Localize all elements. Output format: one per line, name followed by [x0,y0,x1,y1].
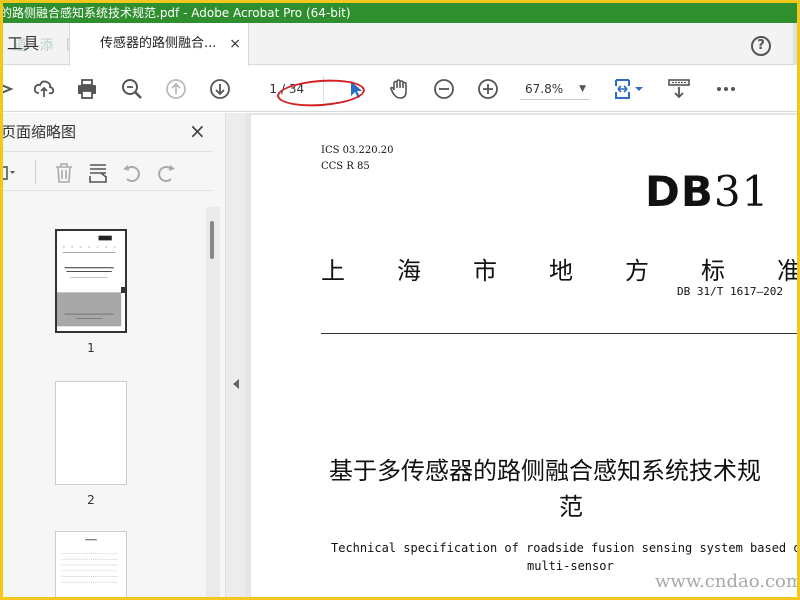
watermark-bottom: www.cndao.com [655,571,797,592]
zoom-out-icon[interactable] [433,78,455,100]
tab-close-icon[interactable]: × [229,23,241,65]
ccs-code: CCS R 85 [321,161,370,172]
zoom-select[interactable]: 67.8% ▼ [520,78,590,100]
document-title-line-2: 范 [559,493,583,521]
fit-page-icon[interactable] [613,78,647,100]
thumbnail-page-1[interactable] [55,229,127,333]
more-icon[interactable] [715,78,737,100]
chevron-down-icon: ▼ [579,84,586,94]
standard-title: 上海市地方标准 [321,257,797,285]
sidebar-scrollbar[interactable] [206,207,220,597]
sidebar-close-icon[interactable]: × [189,119,206,143]
thumbnail-label-1: 1 [87,341,95,355]
sidebar-title: 页面缩略图 [3,123,77,141]
standard-number: DB 31/T 1617—202 [677,285,783,298]
title-bar: 的路侧融合感知系统技术规范.pdf - Adobe Acrobat Pro (6… [3,3,797,23]
page-down-icon[interactable] [209,78,231,100]
print-icon[interactable] [76,78,98,100]
rotate-right-icon[interactable] [155,162,177,184]
document-viewer[interactable]: ICS 03.220.20 CCS R 85 DB31 上海市地方标准 DB 3… [245,113,797,597]
tab-bar-edge [793,23,797,65]
sidebar-scrollbar-thumb[interactable] [210,221,214,259]
main-toolbar: 1 / 34 67.8% ▼ [3,66,797,112]
thumbnail-page-2[interactable] [55,381,127,485]
db-logo-letters: DB [645,167,714,216]
db-logo-number: 31 [713,167,770,216]
zoom-value: 67.8% [525,82,564,96]
ics-code: ICS 03.220.20 [321,145,394,156]
page-number-input[interactable]: 1 [251,78,277,100]
thumbnail-page-3[interactable] [55,531,127,597]
upload-icon[interactable] [33,78,55,100]
hand-icon[interactable] [388,78,410,100]
collapse-left-icon[interactable] [233,379,239,389]
options-menu-icon[interactable] [3,162,15,184]
thumbnail-sidebar: 页面缩略图 × 1 2 [3,113,225,597]
sidebar-collapse-strip[interactable] [225,113,245,597]
document-page: ICS 03.220.20 CCS R 85 DB31 上海市地方标准 DB 3… [251,115,797,597]
thumbnail-list: 1 2 [3,207,205,597]
tab-document-label: 传感器的路侧融合... [100,36,217,51]
help-icon[interactable]: ? [751,36,771,56]
delete-icon[interactable] [53,162,75,184]
page-up-icon[interactable] [165,78,187,100]
header-rule [321,333,797,334]
send-icon[interactable] [3,78,17,100]
thumbnail-resize-handle[interactable] [121,287,127,293]
zoom-in-icon[interactable] [477,78,499,100]
db-logo: DB31 [645,167,769,216]
thumbnail-label-2: 2 [87,493,95,507]
scroll-mode-icon[interactable] [668,78,690,100]
tab-bar: 工具 道 添 网 传感器的路侧融合... × ? [3,23,797,66]
sidebar-toolbar-divider [35,160,36,184]
english-title-line-1: Technical specification of roadside fusi… [331,541,797,555]
extract-pages-icon[interactable] [87,162,109,184]
app-window: 的路侧融合感知系统技术规范.pdf - Adobe Acrobat Pro (6… [3,3,797,597]
document-title-line-1: 基于多传感器的路侧融合感知系统技术规 [329,457,761,485]
zoom-search-icon[interactable] [121,78,143,100]
english-title-line-2: multi-sensor [527,559,614,573]
tab-document[interactable]: 传感器的路侧融合... × [69,23,249,66]
rotate-left-icon[interactable] [121,162,143,184]
sidebar-toolbar [3,151,213,191]
window-title: 的路侧融合感知系统技术规范.pdf - Adobe Acrobat Pro (6… [3,6,351,20]
